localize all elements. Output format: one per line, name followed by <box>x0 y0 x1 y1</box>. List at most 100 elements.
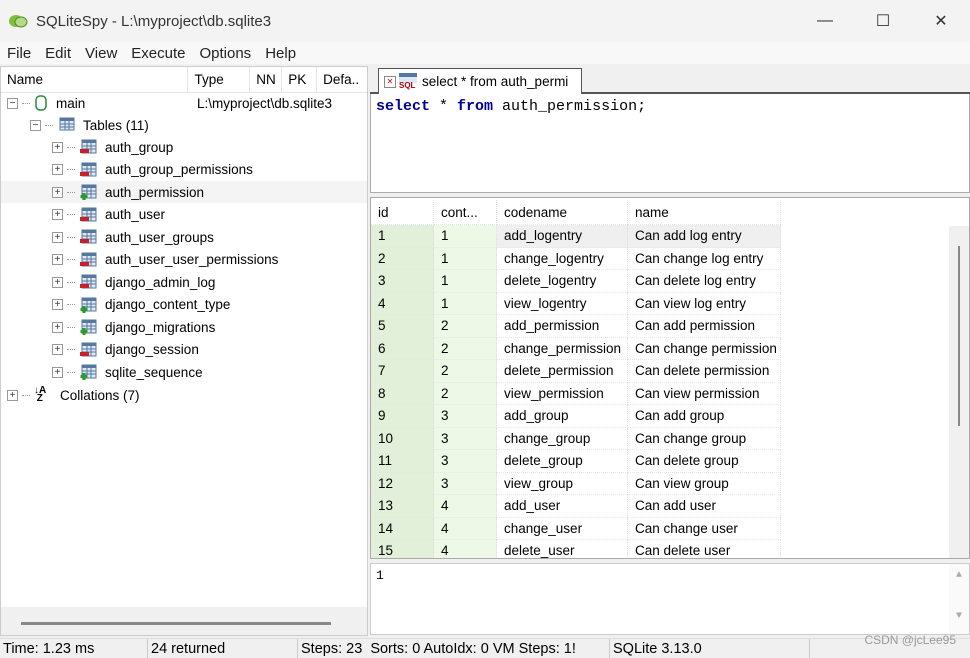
expand-icon[interactable]: + <box>52 366 63 378</box>
cell-codename[interactable]: delete_logentry <box>497 270 628 293</box>
scrollbar-thumb[interactable] <box>21 622 331 625</box>
table-row[interactable]: 1 1 add_logentry Can add log entry <box>371 225 781 248</box>
column-header-pk[interactable]: PK <box>282 67 318 92</box>
cell-codename[interactable]: change_permission <box>497 337 628 360</box>
column-header-nn[interactable]: NN <box>250 67 283 92</box>
table-row[interactable]: 9 3 add_group Can add group <box>371 405 781 428</box>
tree-item-table[interactable]: + django_admin_log <box>52 271 215 293</box>
scroll-up-icon[interactable]: ▲ <box>949 570 969 581</box>
table-row[interactable]: 3 1 delete_logentry Can delete log entry <box>371 270 781 293</box>
expand-icon[interactable]: + <box>52 344 63 355</box>
cell-id[interactable]: 3 <box>371 270 434 293</box>
expand-icon[interactable]: + <box>52 254 63 265</box>
tree-item-table[interactable]: + auth_group_permissions <box>52 159 253 181</box>
cell-content-type[interactable]: 1 <box>434 292 497 315</box>
cell-name[interactable]: Can view group <box>628 472 781 495</box>
tree-item-table[interactable]: + auth_permission <box>1 181 367 203</box>
table-row[interactable]: 12 3 view_group Can view group <box>371 472 781 495</box>
expand-icon[interactable]: + <box>52 321 63 333</box>
tree-item-table[interactable]: + auth_user_user_permissions <box>52 249 278 271</box>
cell-id[interactable]: 13 <box>371 495 434 518</box>
cell-id[interactable]: 5 <box>371 315 434 338</box>
table-row[interactable]: 10 3 change_group Can change group <box>371 427 781 450</box>
table-row[interactable]: 8 2 view_permission Can view permission <box>371 382 781 405</box>
tree-item-tables[interactable]: − Tables (11) <box>30 114 149 136</box>
column-header-type[interactable]: Type <box>188 67 251 92</box>
table-row[interactable]: 11 3 delete_group Can delete group <box>371 450 781 473</box>
cell-codename[interactable]: delete_permission <box>497 360 628 383</box>
tree-item-table[interactable]: + django_migrations <box>52 316 215 338</box>
cell-name[interactable]: Can change permission <box>628 337 781 360</box>
menu-help[interactable]: Help <box>258 45 303 62</box>
cell-content-type[interactable]: 1 <box>434 247 497 270</box>
cell-codename[interactable]: view_logentry <box>497 292 628 315</box>
cell-name[interactable]: Can change group <box>628 427 781 450</box>
cell-codename[interactable]: change_logentry <box>497 247 628 270</box>
table-row[interactable]: 6 2 change_permission Can change permission <box>371 337 781 360</box>
close-tab-icon[interactable]: ✕ <box>384 75 396 88</box>
tree-item-table[interactable]: + django_content_type <box>52 294 230 316</box>
expand-icon[interactable]: + <box>52 231 63 243</box>
cell-name[interactable]: Can delete user <box>628 540 781 558</box>
cell-name[interactable]: Can add log entry <box>628 225 781 248</box>
cell-id[interactable]: 12 <box>371 472 434 495</box>
cell-name[interactable]: Can change user <box>628 517 781 540</box>
collapse-icon[interactable]: − <box>30 119 41 131</box>
table-row[interactable]: 13 4 add_user Can add user <box>371 495 781 518</box>
cell-content-type[interactable]: 4 <box>434 517 497 540</box>
cell-id[interactable]: 14 <box>371 517 434 540</box>
cell-name[interactable]: Can view log entry <box>628 292 781 315</box>
sql-editor[interactable]: select * from auth_permission; <box>370 94 970 193</box>
cell-codename[interactable]: add_group <box>497 405 628 428</box>
expand-icon[interactable]: + <box>52 186 63 198</box>
cell-content-type[interactable]: 2 <box>434 382 497 405</box>
cell-id[interactable]: 11 <box>371 450 434 473</box>
cell-codename[interactable]: add_user <box>497 495 628 518</box>
cell-content-type[interactable]: 3 <box>434 450 497 473</box>
table-row[interactable]: 15 4 delete_user Can delete user <box>371 540 781 558</box>
table-row[interactable]: 7 2 delete_permission Can delete permission <box>371 360 781 383</box>
table-row[interactable]: 14 4 change_user Can change user <box>371 517 781 540</box>
cell-content-type[interactable]: 4 <box>434 495 497 518</box>
cell-codename[interactable]: change_group <box>497 427 628 450</box>
cell-id[interactable]: 8 <box>371 382 434 405</box>
close-button[interactable]: ✕ <box>912 0 970 42</box>
cell-name[interactable]: Can delete group <box>628 450 781 473</box>
cell-content-type[interactable]: 2 <box>434 315 497 338</box>
menu-file[interactable]: File <box>0 45 38 62</box>
cell-id[interactable]: 9 <box>371 405 434 428</box>
tree-item-main[interactable]: − main L:\myproject\db.sqlite3 <box>7 92 367 114</box>
cell-name[interactable]: Can delete log entry <box>628 270 781 293</box>
expand-icon[interactable]: + <box>52 141 63 153</box>
table-row[interactable]: 2 1 change_logentry Can change log entry <box>371 247 781 270</box>
cell-name[interactable]: Can delete permission <box>628 360 781 383</box>
column-header-name[interactable]: Name <box>1 67 189 92</box>
cell-codename[interactable]: add_logentry <box>497 225 628 248</box>
minimize-button[interactable]: — <box>796 0 854 42</box>
cell-content-type[interactable]: 1 <box>434 270 497 293</box>
tab-query[interactable]: ✕ SQL select * from auth_permi <box>378 68 582 94</box>
cell-content-type[interactable]: 2 <box>434 337 497 360</box>
menu-execute[interactable]: Execute <box>124 45 192 62</box>
vertical-scrollbar[interactable] <box>949 226 969 558</box>
cell-id[interactable]: 1 <box>371 225 434 248</box>
menu-view[interactable]: View <box>78 45 124 62</box>
tree-item-table[interactable]: + auth_group <box>52 136 173 158</box>
table-row[interactable]: 4 1 view_logentry Can view log entry <box>371 292 781 315</box>
expand-icon[interactable]: + <box>7 389 18 401</box>
expand-icon[interactable]: + <box>52 299 63 310</box>
cell-id[interactable]: 2 <box>371 247 434 270</box>
column-header-codename[interactable]: codename <box>497 200 628 225</box>
cell-id[interactable]: 7 <box>371 360 434 383</box>
scrollbar-thumb[interactable] <box>958 246 960 426</box>
cell-name[interactable]: Can add permission <box>628 315 781 338</box>
column-header-default[interactable]: Defa.. <box>317 67 367 92</box>
cell-name[interactable]: Can add group <box>628 405 781 428</box>
expand-icon[interactable]: + <box>52 209 63 220</box>
cell-content-type[interactable]: 3 <box>434 405 497 428</box>
cell-name[interactable]: Can change log entry <box>628 247 781 270</box>
cell-codename[interactable]: delete_group <box>497 450 628 473</box>
cell-id[interactable]: 4 <box>371 292 434 315</box>
tree-item-table[interactable]: + auth_user <box>52 204 165 226</box>
menu-options[interactable]: Options <box>192 45 258 62</box>
